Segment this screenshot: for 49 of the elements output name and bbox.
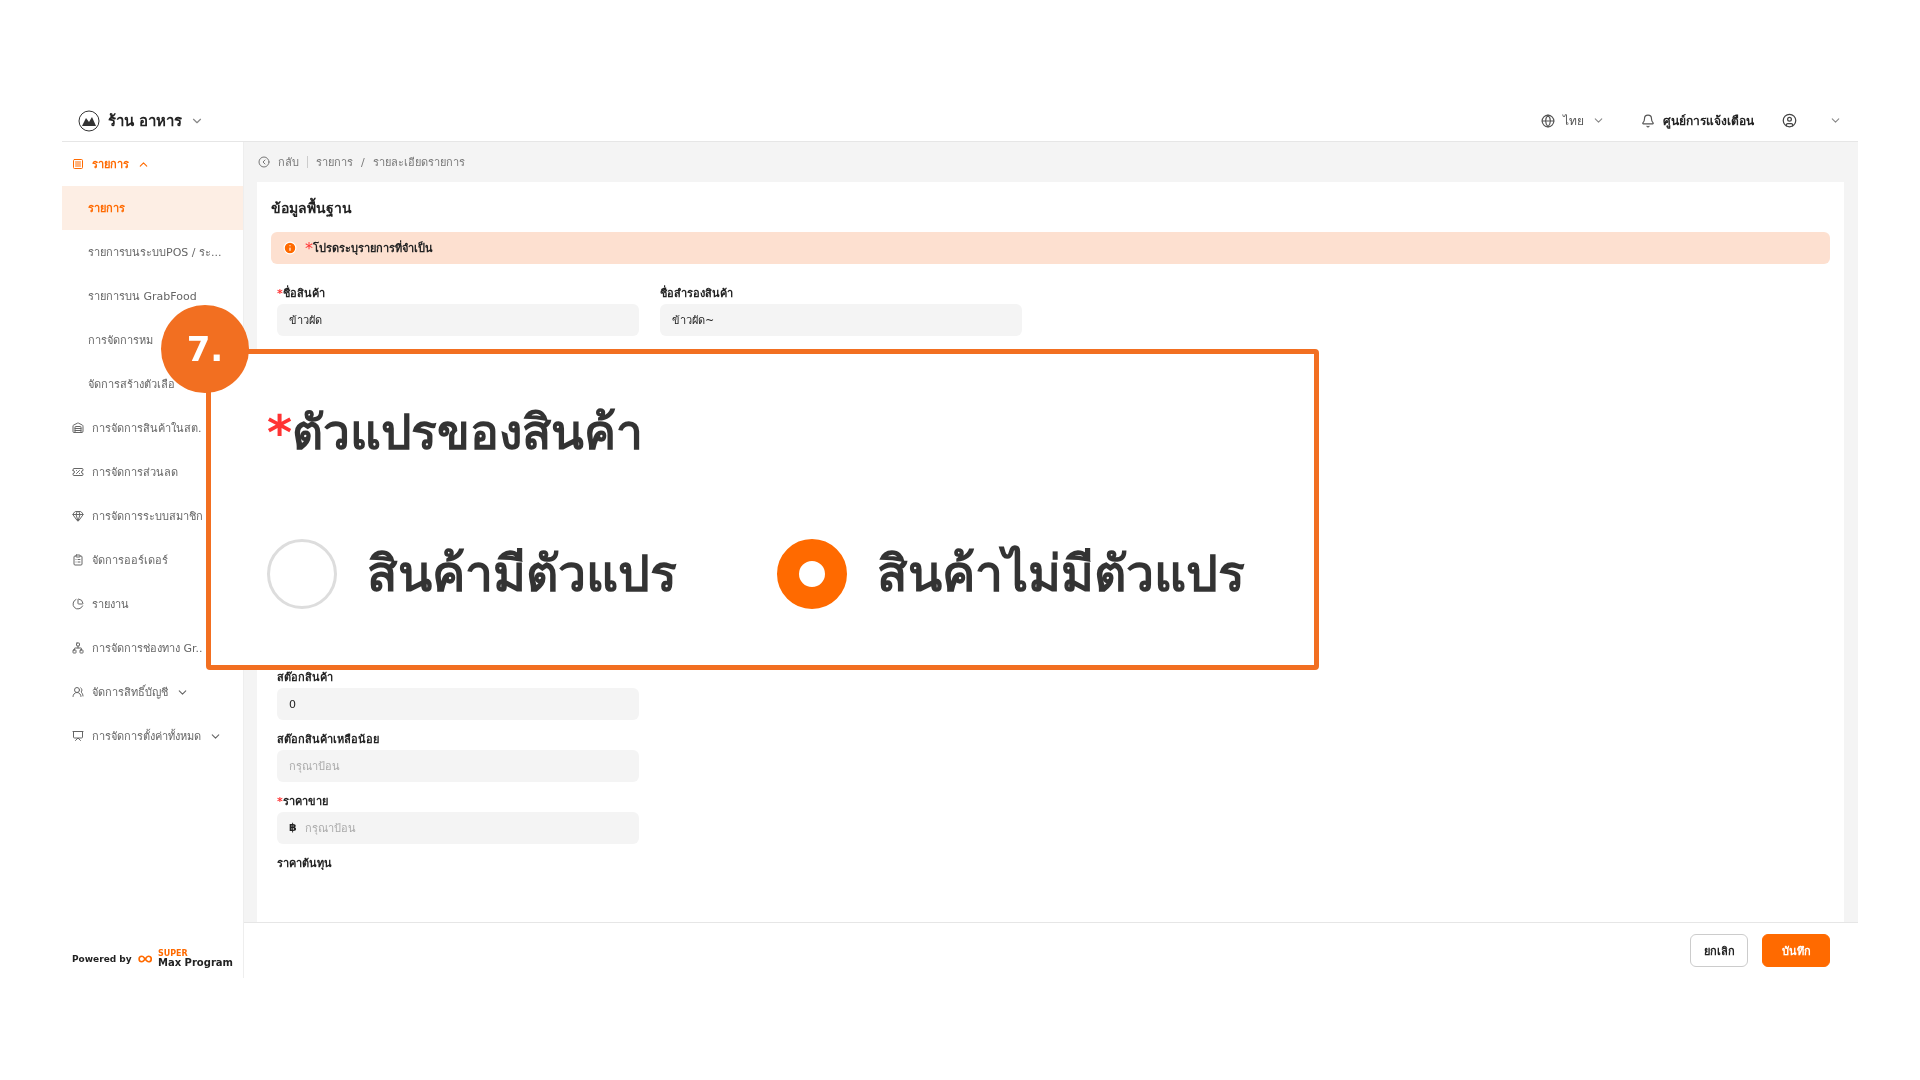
input-field[interactable]: ข้าวผัด~ <box>660 304 1022 336</box>
globe-icon[interactable] <box>1541 113 1555 128</box>
store-logo <box>78 109 100 132</box>
info-icon <box>283 241 297 255</box>
back-link[interactable]: กลับ <box>278 153 299 171</box>
notification-center-link[interactable]: ศูนย์การแจ้งเตือน <box>1663 111 1754 130</box>
powered-by-text: Powered by <box>72 954 132 964</box>
field-label: *ชื่อสินค้า <box>277 284 326 302</box>
user-icon[interactable] <box>1782 113 1797 128</box>
alert-text: โปรดระบุรายการที่จำเป็น <box>313 239 433 257</box>
required-asterisk: * <box>305 238 313 258</box>
sidebar-item[interactable]: การจัดการตั้งค่าทั้งหมด <box>62 714 234 758</box>
sidebar-item[interactable]: การจัดการส่วนลด <box>62 450 190 494</box>
infinity-logo-icon <box>137 952 152 966</box>
input-field[interactable]: ข้าวผัด <box>277 304 639 336</box>
breadcrumb-item[interactable]: รายละเอียดรายการ <box>372 153 465 171</box>
sidebar-item[interactable]: การจัดการช่องทาง Gr.. <box>62 626 215 670</box>
store-name[interactable]: ร้าน อาหาร <box>108 108 183 133</box>
input-field[interactable]: กรุณาป้อน <box>277 750 639 782</box>
sidebar-subitem[interactable]: รายการบนระบบPOS / ระ... <box>62 230 234 274</box>
radio-label[interactable]: สินค้าไม่มีตัวแปร <box>877 534 1245 613</box>
field-label: *ราคาขาย <box>277 793 329 810</box>
sidebar-item[interactable]: จัดการออร์เดอร์ <box>62 538 180 582</box>
required-asterisk: * <box>277 286 283 300</box>
field-label: ชื่อสำรองสินค้า <box>660 284 734 302</box>
field-label: สต๊อกสินค้า <box>277 670 334 686</box>
input-field[interactable]: 0 <box>277 688 639 720</box>
language-selector[interactable]: ไทย <box>1563 111 1584 130</box>
breadcrumb-item[interactable]: รายการ <box>316 153 353 171</box>
field-label: สต๊อกสินค้าเหลือน้อย <box>277 732 380 748</box>
sidebar-item[interactable]: การจัดการสินค้าในสต. <box>62 406 214 450</box>
radio-label[interactable]: สินค้ามีตัวแปร <box>367 534 677 613</box>
sidebar-item[interactable]: การจัดการระบบสมาชิก <box>62 494 215 538</box>
sidebar-subitem[interactable]: รายการบน GrabFood <box>62 274 209 318</box>
sidebar-subitem[interactable]: การจัดการหม <box>62 318 165 362</box>
required-asterisk: * <box>277 794 283 808</box>
section-title: ข้อมูลพื้นฐาน <box>271 192 1830 224</box>
cancel-button[interactable]: ยกเลิก <box>1690 934 1748 967</box>
brand-name: Max Program <box>157 958 233 968</box>
currency-prefix: ฿ <box>289 821 297 834</box>
required-asterisk: * <box>267 404 293 460</box>
bell-icon[interactable] <box>1641 113 1655 128</box>
field-label: ราคาต้นทุน <box>277 856 333 872</box>
breadcrumb-separator: / <box>361 155 365 169</box>
sidebar-item[interactable]: รายงาน <box>62 582 141 626</box>
sidebar-item[interactable]: จัดการสิทธิ์บัญชี <box>62 670 201 714</box>
back-icon[interactable] <box>258 156 270 168</box>
brand-tagline: SUPER <box>157 950 189 958</box>
variant-title: *ตัวแปรของสินค้า <box>267 403 645 462</box>
